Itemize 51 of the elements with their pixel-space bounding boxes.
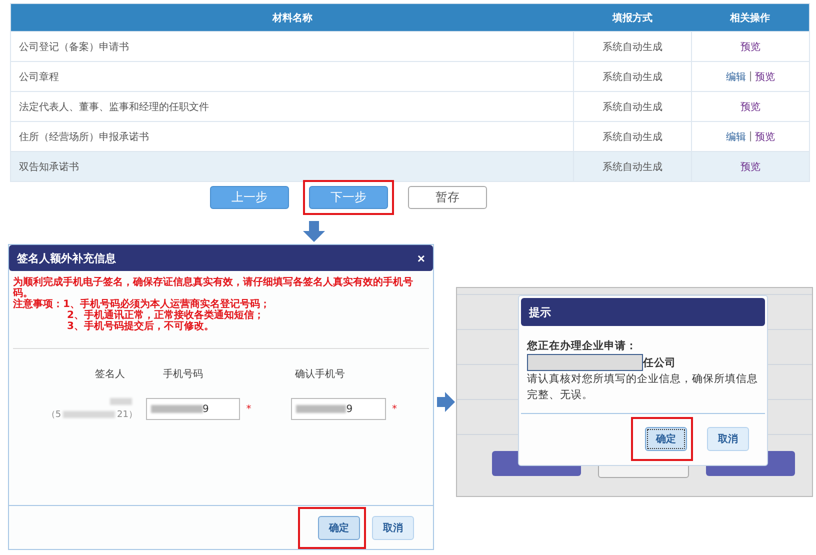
input-value: 9 bbox=[202, 404, 209, 414]
input-value: 9 bbox=[346, 404, 353, 414]
required-mark: * bbox=[246, 404, 252, 414]
message-text: 请认真核对您所填写的企业信息，确保所填信息完整、无误。 bbox=[527, 372, 759, 403]
signer-id: （5 bbox=[46, 408, 62, 420]
column-header: 填报方式 bbox=[611, 11, 654, 26]
arrow-down-icon bbox=[303, 221, 325, 242]
action-link[interactable]: 预览 bbox=[740, 100, 760, 114]
column-header: 材料名称 bbox=[271, 12, 314, 26]
notice-text: 3、手机号码提交后，不可修改。 bbox=[66, 321, 215, 332]
redacted-text bbox=[150, 405, 202, 413]
input-field[interactable]: 9 bbox=[291, 398, 386, 420]
table-cell: 双告知承诺书 bbox=[11, 152, 574, 181]
signer-id: 21） bbox=[117, 408, 138, 420]
dialog-button[interactable]: 取消 bbox=[372, 516, 414, 540]
column-label: 确认手机号 bbox=[295, 368, 345, 381]
notice-text: 2、手机通讯正常，正常接收各类通知短信； bbox=[66, 310, 265, 321]
table-row[interactable]: 公司登记（备案）申请书 系统自动生成 预览 bbox=[11, 31, 809, 61]
separator: | bbox=[748, 71, 752, 82]
step-button[interactable]: 暂存 bbox=[408, 186, 487, 209]
dialog-button[interactable]: 确定 bbox=[318, 516, 360, 540]
dialog-button[interactable]: 取消 bbox=[707, 426, 749, 450]
notice-text: 为顺利完成手机电子签名，确保存证信息真实有效，请仔细填写各签名人真实有效的手机号码。 bbox=[13, 277, 414, 299]
column-label: 手机号码 bbox=[163, 368, 203, 381]
table-cell: 系统自动生成 bbox=[574, 152, 692, 181]
action-link[interactable]: 预览 bbox=[755, 130, 776, 144]
column-label: 签名人 bbox=[95, 368, 125, 381]
action-link[interactable]: 预览 bbox=[740, 160, 760, 174]
dialog-button[interactable]: 确定 bbox=[645, 426, 687, 450]
redacted-text bbox=[296, 405, 346, 413]
separator: | bbox=[748, 131, 752, 142]
arrow-right-icon bbox=[437, 392, 455, 412]
redacted-text bbox=[63, 410, 116, 418]
column-header: 相关操作 bbox=[728, 12, 771, 26]
table-row[interactable]: 法定代表人、董事、监事和经理的任职文件 系统自动生成 预览 bbox=[11, 91, 809, 121]
table-row[interactable]: 公司章程 系统自动生成 编辑 | 预览 bbox=[11, 61, 809, 91]
table-row[interactable]: 住所（经营场所）申报承诺书 系统自动生成 编辑 | 预览 bbox=[11, 121, 809, 151]
dialog-title: 签名人额外补充信息 bbox=[17, 250, 116, 266]
action-link[interactable]: 预览 bbox=[740, 40, 760, 54]
action-link[interactable]: 编辑 bbox=[726, 130, 746, 144]
message-heading: 您正在办理企业申请： bbox=[527, 339, 638, 354]
action-link[interactable]: 预览 bbox=[755, 70, 776, 84]
close-button[interactable]: × bbox=[417, 250, 425, 266]
table-row[interactable]: 双告知承诺书 系统自动生成 预览 bbox=[11, 151, 809, 181]
input-field[interactable]: 9 bbox=[146, 398, 240, 420]
action-link[interactable]: 编辑 bbox=[726, 70, 746, 84]
required-mark: * bbox=[392, 404, 397, 414]
redacted-text bbox=[110, 398, 132, 404]
notice-text: 注意事项：1、手机号码必须为本人运营商实名登记号码； bbox=[13, 299, 271, 310]
dialog-title: 提示 bbox=[529, 304, 551, 320]
company-name: 任公司 bbox=[643, 356, 676, 370]
